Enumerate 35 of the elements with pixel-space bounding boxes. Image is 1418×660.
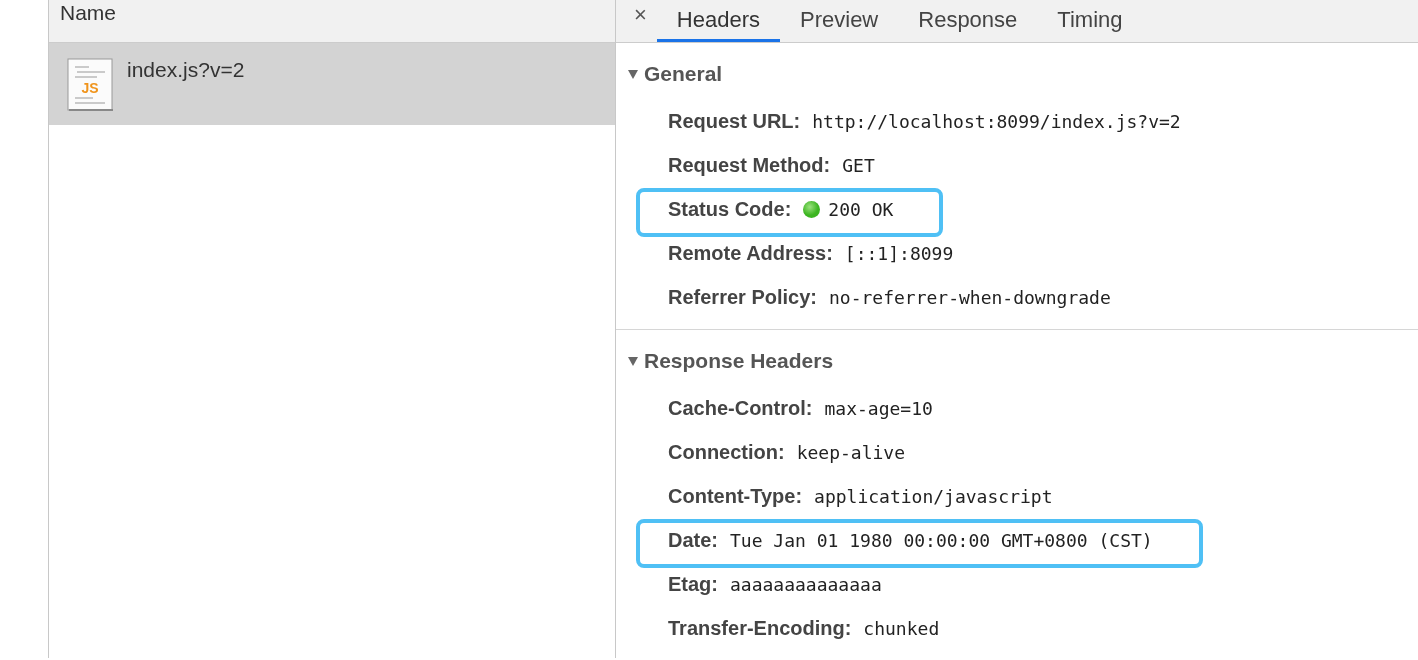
close-button[interactable]: × xyxy=(634,0,657,30)
header-name: Remote Address: xyxy=(668,241,833,265)
section-title[interactable]: General xyxy=(644,61,723,87)
header-value: keep-alive xyxy=(796,441,906,463)
header-value: chunked xyxy=(863,617,940,639)
header-name: Cache-Control: xyxy=(668,396,813,420)
header-value: no-referrer-when-downgrade xyxy=(828,286,1111,308)
js-file-icon: JS xyxy=(67,58,113,112)
header-value: max-age=10 xyxy=(824,397,933,419)
header-name: Request URL: xyxy=(668,109,801,133)
header-value: 200 OK xyxy=(828,198,894,220)
header-value: Tue Jan 01 1980 00:00:00 GMT+0800 (CST) xyxy=(730,529,1153,551)
header-value: [::1]:8099 xyxy=(844,242,954,264)
expanded-triangle-icon[interactable] xyxy=(628,69,638,79)
header-name: Content-Type: xyxy=(668,484,803,508)
header-name: Transfer-Encoding: xyxy=(668,616,852,640)
tab[interactable]: Timing xyxy=(1037,0,1143,42)
header-value: aaaaaaaaaaaaaa xyxy=(730,573,882,595)
tab[interactable]: Preview xyxy=(780,0,899,42)
header-name: Etag: xyxy=(668,572,718,596)
header-name: Referrer Policy: xyxy=(668,285,817,309)
tab[interactable]: Headers xyxy=(656,0,780,42)
request-row[interactable]: JS index.js?v=2 xyxy=(49,43,615,125)
column-header[interactable]: Name xyxy=(60,0,117,26)
expanded-triangle-icon[interactable] xyxy=(628,356,638,366)
header-name: Status Code: xyxy=(668,197,792,221)
header-value: http://localhost:8099/index.js?v=2 xyxy=(812,110,1181,132)
tab[interactable]: Response xyxy=(898,0,1038,42)
header-name: Date: xyxy=(668,528,718,552)
request-name: index.js?v=2 xyxy=(127,57,245,83)
section-title[interactable]: Response Headers xyxy=(644,348,834,374)
header-value: GET xyxy=(842,154,875,176)
header-name: Request Method: xyxy=(668,153,831,177)
header-name: Connection: xyxy=(668,440,785,464)
header-value: application/javascript xyxy=(814,485,1053,507)
